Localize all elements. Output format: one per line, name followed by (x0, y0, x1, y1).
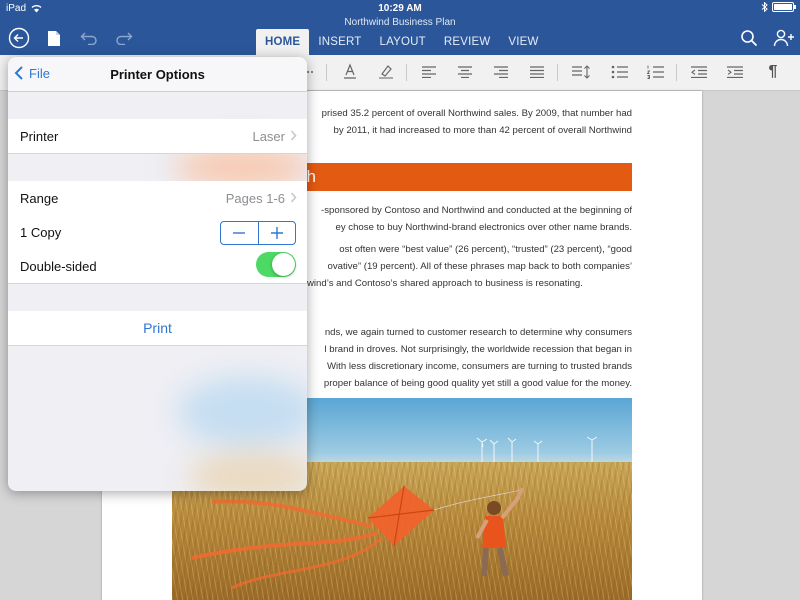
font-color-icon[interactable] (339, 62, 361, 82)
battery-icon (772, 2, 796, 12)
double-sided-toggle[interactable] (256, 252, 296, 277)
redo-icon[interactable] (112, 26, 136, 50)
bluetooth-icon (761, 2, 768, 12)
document-icon[interactable] (42, 26, 66, 50)
copies-stepper[interactable] (220, 221, 296, 245)
toolbar-divider (557, 64, 558, 81)
toolbar-divider (326, 64, 327, 81)
decrease-indent-icon[interactable] (688, 62, 710, 82)
chevron-right-icon (290, 130, 297, 141)
tab-view[interactable]: VIEW (499, 29, 547, 55)
toolbar-divider (676, 64, 677, 81)
printer-options-popover: File Printer Options Printer Laser Range… (8, 57, 307, 491)
align-right-icon[interactable] (490, 62, 512, 82)
copies-label: 1 Copy (20, 225, 62, 240)
undo-icon[interactable] (77, 26, 101, 50)
toggle-knob (272, 253, 295, 276)
printer-row[interactable]: Printer Laser (8, 119, 307, 153)
range-value: Pages 1-6 (225, 191, 285, 206)
printer-value: Laser (252, 129, 285, 144)
range-label: Range (20, 191, 59, 206)
plus-icon (270, 227, 283, 239)
background-blur (178, 377, 307, 447)
highlighter-icon[interactable] (375, 62, 397, 82)
toolbar-divider (406, 64, 407, 81)
app-header: iPad 10:29 AM Northwind Business Plan HO… (0, 0, 800, 55)
double-sided-label: Double-sided (20, 259, 97, 274)
background-blur (188, 452, 307, 491)
search-icon[interactable] (737, 26, 761, 50)
group-divider (8, 283, 307, 284)
group-divider (8, 345, 307, 346)
tab-layout[interactable]: LAYOUT (370, 29, 434, 55)
tab-home[interactable]: HOME (256, 29, 310, 55)
line-spacing-icon[interactable] (570, 62, 592, 82)
popover-nav-bar: File Printer Options (8, 57, 307, 92)
print-button[interactable]: Print (8, 311, 307, 345)
paragraph-marks-icon[interactable]: ¶ (762, 62, 784, 82)
align-center-icon[interactable] (454, 62, 476, 82)
status-bar-right (761, 2, 796, 12)
numbered-list-icon[interactable] (645, 62, 667, 82)
back-circle-icon[interactable] (7, 26, 31, 50)
increment-button[interactable] (259, 222, 296, 244)
status-time: 10:29 AM (378, 3, 422, 14)
popover-title: Printer Options (110, 67, 205, 82)
print-button-label: Print (143, 320, 172, 336)
increase-indent-icon[interactable] (724, 62, 746, 82)
decrement-button[interactable] (221, 222, 259, 244)
group-divider (8, 153, 307, 154)
ribbon-tabs: HOME INSERT LAYOUT REVIEW VIEW (256, 29, 548, 55)
chevron-right-icon (290, 192, 297, 203)
bullet-list-icon[interactable] (609, 62, 631, 82)
minus-icon (233, 232, 246, 234)
copies-row: 1 Copy (8, 215, 307, 249)
align-left-icon[interactable] (418, 62, 440, 82)
printer-label: Printer (20, 129, 59, 144)
double-sided-row: Double-sided (8, 249, 307, 283)
range-row[interactable]: Range Pages 1-6 (8, 181, 307, 215)
tab-insert[interactable]: INSERT (309, 29, 370, 55)
tab-review[interactable]: REVIEW (435, 29, 500, 55)
add-person-icon[interactable] (772, 26, 796, 50)
justify-icon[interactable] (526, 62, 548, 82)
